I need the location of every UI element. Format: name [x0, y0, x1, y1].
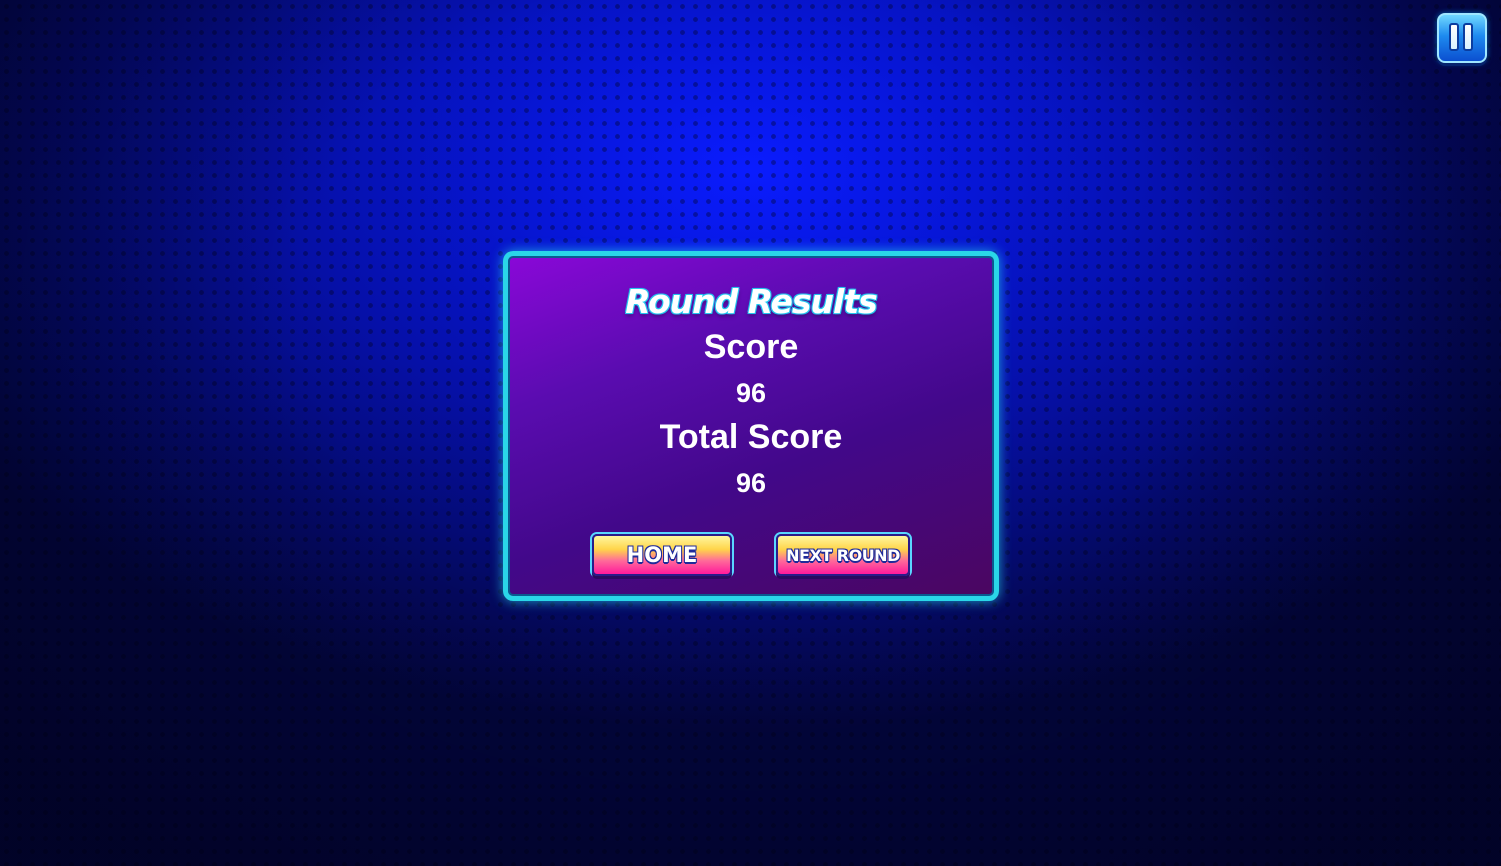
score-value: 96 — [735, 378, 767, 408]
home-button[interactable]: HOME — [592, 534, 732, 576]
round-results-content: Round Results Score 96 Total Score 96 HO… — [508, 256, 994, 596]
pause-bar-left — [1449, 23, 1459, 51]
total-score-label: Total Score — [659, 418, 843, 456]
pause-button[interactable] — [1437, 13, 1487, 63]
score-label: Score — [703, 328, 799, 366]
next-round-button[interactable]: NEXT ROUND — [776, 534, 910, 576]
total-score-value: 96 — [735, 468, 767, 498]
round-results-title: Round Results — [625, 282, 878, 321]
pause-bar-right — [1463, 23, 1473, 51]
pause-icon — [1449, 23, 1475, 53]
round-results-panel: Round Results Score 96 Total Score 96 HO… — [503, 251, 999, 601]
